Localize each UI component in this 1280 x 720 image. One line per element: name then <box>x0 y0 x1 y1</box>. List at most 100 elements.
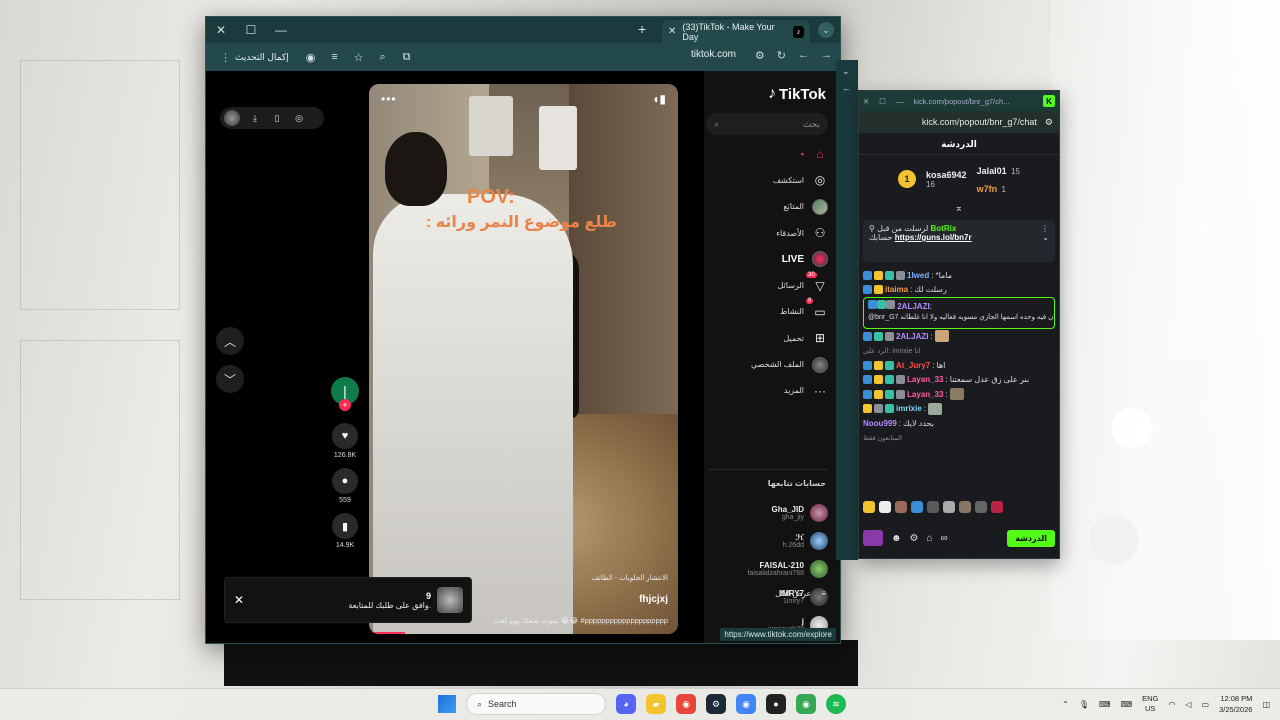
video-username[interactable]: fhjcjxj <box>639 594 668 605</box>
pinned-message: ⚲ لرسلت من قبل BotRix ⋮ حسابك https://gu… <box>863 220 1055 262</box>
comment-icon[interactable]: ● <box>332 468 358 494</box>
emote[interactable] <box>943 501 955 513</box>
pin-icon[interactable]: ⚲ <box>869 224 875 233</box>
mic-icon[interactable]: 🎙 <box>1079 700 1089 709</box>
nav-item-upload[interactable]: تحميل ⊞ <box>706 325 828 351</box>
emote[interactable] <box>927 501 939 513</box>
chevron-down-icon[interactable]: ⌄ <box>1042 233 1049 242</box>
clock[interactable]: 12:08 PM 3/25/2026 <box>1219 693 1252 715</box>
nav-item-explore[interactable]: استكشف ◎ <box>706 167 828 193</box>
tab-tiktok[interactable]: ✕ (33)TikTok - Make Your Day ♪ <box>662 20 810 43</box>
back-icon[interactable]: ← <box>842 83 852 93</box>
emote[interactable] <box>959 501 971 513</box>
address-bar[interactable]: tiktok.com <box>691 49 736 60</box>
nav-item-friends[interactable]: الأصدقاء ⚇ <box>706 220 828 246</box>
discord-icon[interactable]: ◕ <box>616 694 636 714</box>
emote[interactable] <box>975 501 987 513</box>
close-window-icon[interactable]: ✕ <box>863 97 869 106</box>
video-player[interactable]: POV: طلع موضوع النمر ورائه : ••• ◖▮ الان… <box>369 84 678 634</box>
forward-icon[interactable]: → <box>821 49 832 62</box>
language-indicator[interactable]: ENG US <box>1142 694 1158 714</box>
obs-icon[interactable]: ● <box>766 694 786 714</box>
nav-item-following[interactable]: المتابَع <box>706 194 828 220</box>
video-progress[interactable] <box>369 632 405 634</box>
nav-item-profile[interactable]: الملف الشخصي <box>706 351 828 377</box>
new-tab-button[interactable]: + <box>638 21 646 37</box>
video-location[interactable]: الانتشار الجلويات - الطائف <box>592 574 668 582</box>
like-icon[interactable]: ♥ <box>332 423 358 449</box>
download-icon[interactable]: ⤓ <box>248 111 262 125</box>
store-icon[interactable]: ⌂ <box>927 533 933 544</box>
chrome-icon[interactable]: ◉ <box>676 694 696 714</box>
user-avatar[interactable] <box>863 530 883 546</box>
emote[interactable] <box>879 501 891 513</box>
volume-icon[interactable]: ◁ <box>1185 700 1191 709</box>
volume-icon[interactable]: ◖▮ <box>652 92 666 106</box>
chat-send-button[interactable]: الدردشة <box>1007 529 1055 547</box>
emote[interactable] <box>991 501 1003 513</box>
phone-icon[interactable]: ▯ <box>270 111 284 125</box>
keyboard-icon[interactable]: ⌨ <box>1099 700 1111 709</box>
taskbar-search[interactable]: ⌕ Search <box>466 693 606 715</box>
nav-item-home[interactable]: ▪ ⌂ <box>706 141 828 167</box>
nav-item-live[interactable]: LIVE <box>706 246 828 272</box>
maximize-icon[interactable]: ☐ <box>236 17 266 43</box>
close-tab-icon[interactable]: ✕ <box>668 26 676 37</box>
tab-list-icon[interactable]: ⌄ <box>818 22 834 38</box>
previous-video-button[interactable]: ︿ <box>216 327 244 355</box>
install-app-icon[interactable]: ⧉ <box>399 49 415 65</box>
dropdown-icon[interactable]: ⌄ <box>842 66 852 77</box>
bookmark-star-icon[interactable]: ☆ <box>351 49 367 65</box>
minimize-icon[interactable]: — <box>896 97 904 106</box>
close-window-icon[interactable]: ✕ <box>206 17 236 43</box>
close-toast-icon[interactable]: ✕ <box>225 593 253 607</box>
expand-icon[interactable]: ⌅ <box>859 203 1059 214</box>
settings-icon[interactable]: ⚙ <box>910 533 919 544</box>
avatar[interactable] <box>224 110 240 126</box>
following-item[interactable]: FAISAL-210 faisalalzahrani768 <box>708 555 828 583</box>
infinity-icon[interactable]: ∞ <box>941 533 948 544</box>
spotify-icon[interactable]: ≋ <box>826 694 846 714</box>
notification-icon[interactable]: ◫ <box>1262 700 1270 709</box>
emote[interactable] <box>895 501 907 513</box>
nav-item-activity[interactable]: النشاط ▭ 9 <box>706 297 828 325</box>
nav-item-more[interactable]: المزيد ··· <box>706 378 828 404</box>
back-icon[interactable]: ← <box>798 49 809 62</box>
start-windows-icon[interactable] <box>438 695 456 713</box>
more-icon[interactable]: ⋮ <box>1041 224 1049 233</box>
steam-icon[interactable]: ⚙ <box>706 694 726 714</box>
tiktok-logo[interactable]: ♪ TikTok <box>768 85 826 103</box>
battery-icon[interactable]: ▭ <box>1202 700 1210 709</box>
emote[interactable] <box>863 501 875 513</box>
emoji-icon[interactable]: ☻ <box>891 533 902 544</box>
search-input[interactable]: ⌕ بحث <box>706 113 828 135</box>
file-explorer-icon[interactable]: ▰ <box>646 694 666 714</box>
reading-list-icon[interactable]: ≡ <box>327 49 343 65</box>
reload-icon[interactable]: ↻ <box>777 49 786 62</box>
bookmark-icon[interactable]: ▮ <box>332 513 358 539</box>
chrome-profile-icon[interactable]: ◉ <box>736 694 756 714</box>
following-item[interactable]: ℋh.26dd <box>708 527 828 555</box>
following-item[interactable]: Gha_JID gha_jiy <box>708 499 828 527</box>
zoom-icon[interactable]: ⌕ <box>375 49 391 65</box>
minimize-icon[interactable]: — <box>266 17 296 43</box>
wifi-icon[interactable]: ◠ <box>1168 700 1175 709</box>
pinned-link[interactable]: https://guns.lol/bn7r <box>895 233 972 242</box>
video-more-icon[interactable]: ••• <box>381 92 397 106</box>
site-settings-icon[interactable]: ⚙ <box>755 49 765 62</box>
kick-address-bar[interactable]: kick.com/popout/bnr_g7/chat ⚙ <box>859 111 1059 133</box>
see-all-link[interactable]: عرض الكل ≡ <box>775 589 826 598</box>
chrome-alt-icon[interactable]: ◉ <box>796 694 816 714</box>
creator-avatar[interactable]: | + <box>331 377 359 411</box>
emote[interactable] <box>911 501 923 513</box>
tray-chevron-icon[interactable]: ⌃ <box>1062 700 1069 709</box>
keyboard-alt-icon[interactable]: ⌨ <box>1121 700 1133 709</box>
follow-plus-icon[interactable]: + <box>339 399 351 411</box>
profile-icon[interactable]: ◉ <box>303 49 319 65</box>
finish-update-button[interactable]: ⋮ إكمال التحديث <box>214 48 295 67</box>
maximize-icon[interactable]: ☐ <box>879 97 886 106</box>
target-icon[interactable]: ◎ <box>292 111 306 125</box>
nav-item-messages[interactable]: الرسائل ▽ 30 <box>706 271 828 298</box>
site-settings-icon[interactable]: ⚙ <box>1045 117 1053 128</box>
next-video-button[interactable]: ﹀ <box>216 365 244 393</box>
